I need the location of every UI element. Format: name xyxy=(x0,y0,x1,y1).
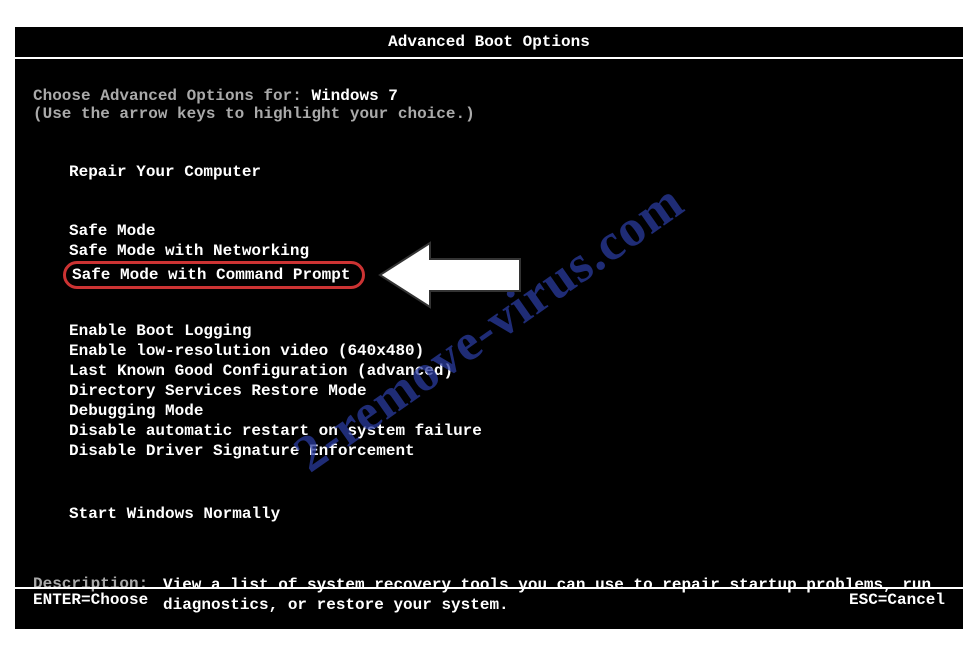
boot-screen: Advanced Boot Options Choose Advanced Op… xyxy=(15,27,963,629)
choose-line: Choose Advanced Options for: Windows 7 xyxy=(33,87,945,105)
menu-item-disable-auto-restart[interactable]: Disable automatic restart on system fail… xyxy=(69,421,945,441)
menu-item-safe-mode-cmd[interactable]: Safe Mode with Command Prompt xyxy=(69,261,945,289)
menu-item-safe-mode[interactable]: Safe Mode xyxy=(69,221,945,241)
footer-enter: ENTER=Choose xyxy=(33,591,148,609)
page-title: Advanced Boot Options xyxy=(15,27,963,57)
footer: ENTER=Choose ESC=Cancel xyxy=(15,587,963,609)
os-name: Windows 7 xyxy=(311,87,397,105)
choose-prefix: Choose Advanced Options for: xyxy=(33,87,311,105)
highlight-marker: Safe Mode with Command Prompt xyxy=(63,261,365,289)
menu-item-disable-driver-sig[interactable]: Disable Driver Signature Enforcement xyxy=(69,441,945,461)
safe-mode-group: Safe Mode Safe Mode with Networking Safe… xyxy=(33,221,945,289)
footer-esc: ESC=Cancel xyxy=(849,591,945,609)
other-options-group: Enable Boot Logging Enable low-resolutio… xyxy=(33,321,945,461)
menu-item-safe-mode-networking[interactable]: Safe Mode with Networking xyxy=(69,241,945,261)
menu-item-last-known-good[interactable]: Last Known Good Configuration (advanced) xyxy=(69,361,945,381)
menu-item-boot-logging[interactable]: Enable Boot Logging xyxy=(69,321,945,341)
content-area: Choose Advanced Options for: Windows 7 (… xyxy=(15,59,963,523)
menu-item-low-res-video[interactable]: Enable low-resolution video (640x480) xyxy=(69,341,945,361)
menu-item-directory-services[interactable]: Directory Services Restore Mode xyxy=(69,381,945,401)
menu-item-debugging[interactable]: Debugging Mode xyxy=(69,401,945,421)
arrow-hint: (Use the arrow keys to highlight your ch… xyxy=(33,105,945,123)
menu-item-start-normal[interactable]: Start Windows Normally xyxy=(33,505,945,523)
menu-item-repair[interactable]: Repair Your Computer xyxy=(33,163,945,181)
